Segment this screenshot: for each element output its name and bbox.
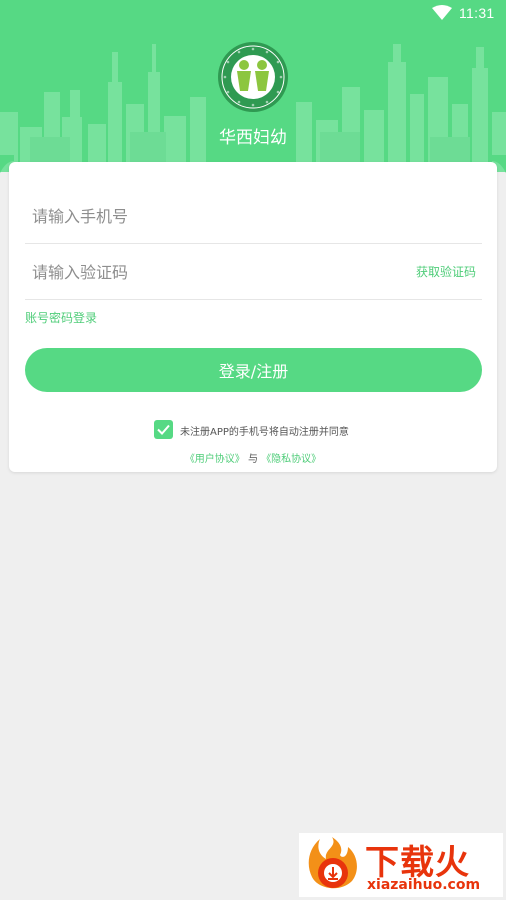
status-time: 11:31 xyxy=(459,5,495,21)
header: 11:31 华西妇幼 xyxy=(0,0,506,172)
privacy-agreement-link[interactable]: 《隐私协议》 xyxy=(261,454,321,465)
checkmark-icon xyxy=(157,424,170,435)
and-text: 与 xyxy=(248,454,258,465)
agreement-text: 未注册APP的手机号将自动注册并同意 xyxy=(180,427,349,438)
flame-logo-icon xyxy=(308,837,357,889)
phone-input[interactable] xyxy=(30,198,394,234)
hospital-logo-icon xyxy=(218,42,288,112)
watermark-url: xiazaihuo.com xyxy=(367,877,481,893)
verification-code-input[interactable] xyxy=(30,254,394,290)
user-agreement-link[interactable]: 《用户协议》 xyxy=(185,454,245,465)
phone-row xyxy=(25,188,482,244)
login-register-button[interactable]: 登录/注册 xyxy=(25,348,482,392)
watermark: 下载火 xiazaihuo.com xyxy=(299,833,503,897)
status-bar: 11:31 xyxy=(0,0,506,28)
agreement-checkbox[interactable] xyxy=(154,420,173,439)
login-card: 获取验证码 账号密码登录 登录/注册 未注册APP的手机号将自动注册并同意 《用… xyxy=(9,162,497,472)
account-password-login-link[interactable]: 账号密码登录 xyxy=(25,309,97,326)
code-row: 获取验证码 xyxy=(25,244,482,300)
get-code-button[interactable]: 获取验证码 xyxy=(416,263,476,280)
app-title: 华西妇幼 xyxy=(219,128,287,148)
wifi-icon xyxy=(432,5,452,20)
terms-line: 《用户协议》 与 《隐私协议》 xyxy=(9,450,497,465)
